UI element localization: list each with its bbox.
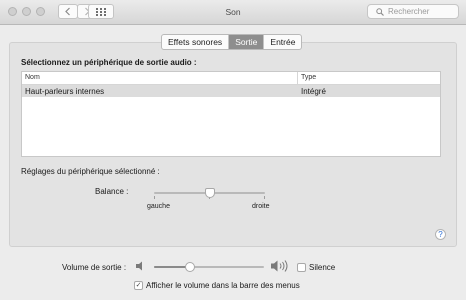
- mute-label: Silence: [309, 263, 336, 272]
- tab-sound-effects[interactable]: Effets sonores: [162, 35, 230, 49]
- tab-output[interactable]: Sortie: [229, 35, 265, 49]
- balance-slider-knob[interactable]: [204, 188, 215, 198]
- balance-tick-left: [154, 196, 155, 199]
- output-heading: Sélectionnez un périphérique de sortie a…: [21, 58, 197, 67]
- balance-label: Balance :: [95, 187, 129, 196]
- table-header: Nom Type: [22, 72, 440, 85]
- balance-left-label: gauche: [147, 203, 170, 210]
- help-button[interactable]: ?: [435, 229, 446, 240]
- help-icon: ?: [438, 230, 443, 239]
- speaker-low-icon: [136, 261, 142, 271]
- tab-bar: Effets sonores Sortie Entrée: [161, 34, 303, 50]
- column-header-type[interactable]: Type: [301, 74, 316, 81]
- output-device-table: Nom Type Haut-parleurs internes Intégré: [21, 71, 441, 157]
- table-row[interactable]: Haut-parleurs internes Intégré: [22, 85, 440, 97]
- search-placeholder: Rechercher: [388, 7, 430, 16]
- mute-checkbox[interactable]: [297, 263, 306, 272]
- show-volume-menubar-label: Afficher le volume dans la barre des men…: [146, 281, 300, 290]
- balance-right-label: droite: [252, 203, 270, 210]
- column-header-name[interactable]: Nom: [25, 74, 40, 81]
- show-volume-menubar-checkbox[interactable]: ✓: [134, 281, 143, 290]
- speaker-high-icon: [271, 260, 288, 272]
- device-settings-heading: Réglages du périphérique sélectionné :: [21, 167, 160, 176]
- device-name: Haut-parleurs internes: [25, 87, 105, 96]
- column-divider: [297, 72, 298, 84]
- search-field[interactable]: Rechercher: [367, 4, 459, 19]
- search-icon: [376, 7, 384, 16]
- device-type: Intégré: [301, 87, 326, 96]
- title-bar: Son Rechercher: [0, 0, 466, 25]
- output-volume-label: Volume de sortie :: [62, 263, 127, 272]
- balance-tick-right: [264, 196, 265, 199]
- volume-slider-knob[interactable]: [185, 262, 196, 272]
- tab-input[interactable]: Entrée: [264, 35, 301, 49]
